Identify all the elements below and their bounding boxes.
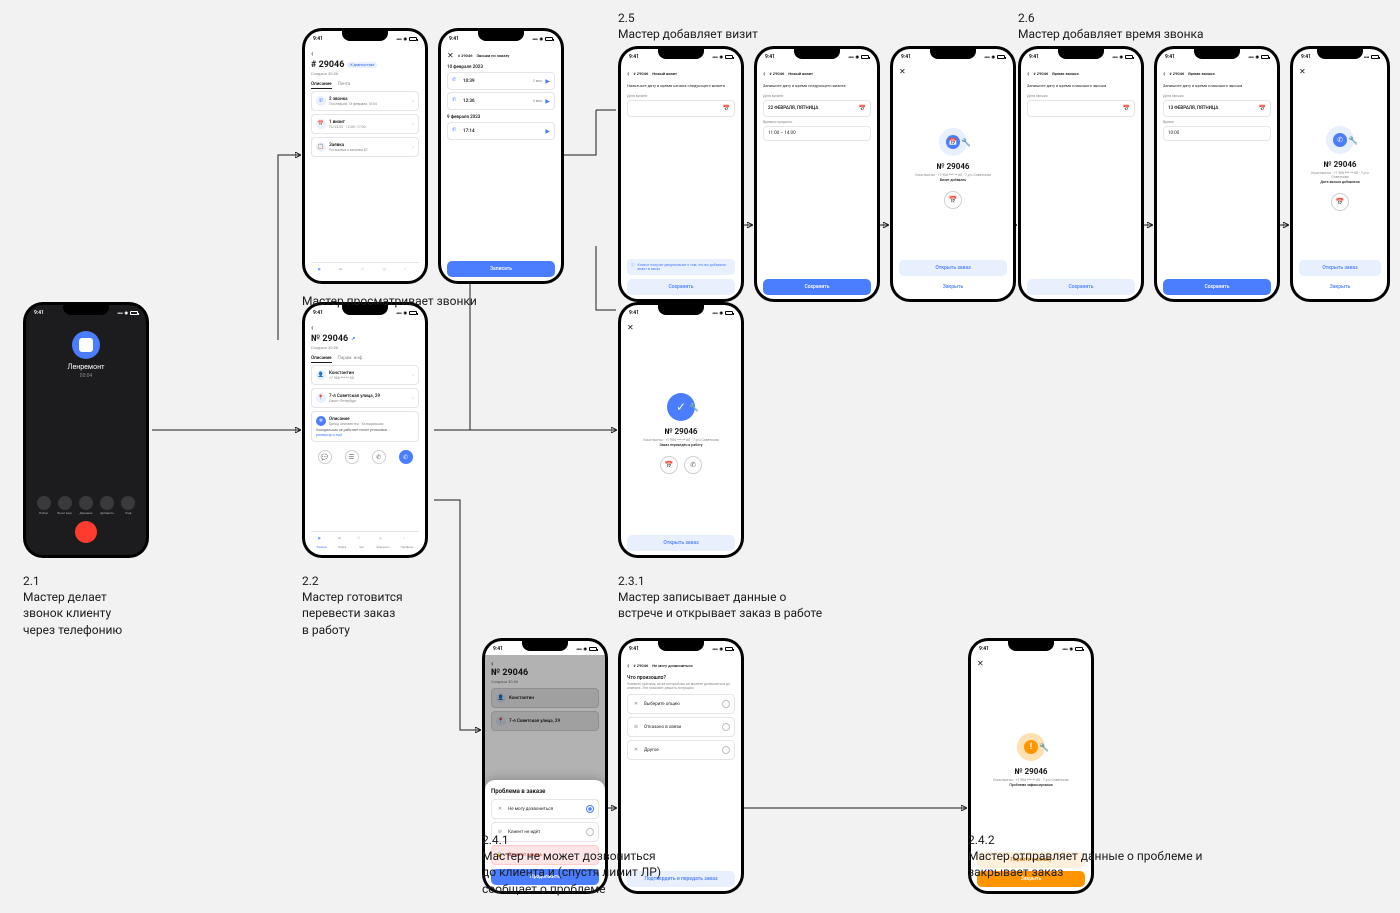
- action-primary[interactable]: ✆: [399, 450, 413, 464]
- close-button[interactable]: ✕: [627, 323, 634, 332]
- calls-card[interactable]: ✆2 звонкаПоследний 18 февраля 10:04›: [311, 91, 419, 111]
- phone-call-screen: 9:41 Ленремонт 00:04 Набор Выкл звук Дин…: [23, 302, 149, 558]
- time-input[interactable]: 10:00: [1163, 126, 1271, 141]
- reason-option[interactable]: ✕Выберите опцию: [627, 694, 735, 714]
- calendar-action-icon[interactable]: 📅: [660, 456, 678, 474]
- caption-2-5: 2.5Мастер добавляет визит: [618, 10, 758, 42]
- address-card[interactable]: 📍7-я Советская улица, 29Санкт-Петербург›: [311, 388, 419, 408]
- order-number: № 29046 ↗: [311, 334, 419, 344]
- back-button[interactable]: ‹: [311, 323, 419, 332]
- success-check-icon: ✓🔧: [667, 393, 695, 421]
- visit-card[interactable]: 📅1 визитПн 23.02 · 12:00–17:00›: [311, 114, 419, 134]
- info-box: ⓘКлиент получит уведомление о том, что в…: [627, 259, 735, 275]
- order-number: # 29046К диагностике: [311, 60, 419, 70]
- warning-icon: !🔧: [1017, 733, 1045, 761]
- call-log-item[interactable]: ✆12:365 мин▶: [447, 92, 555, 110]
- phone-order-detail: 9:41 ‹ № 29046 ↗ Создано 30.06 Описание …: [302, 302, 428, 558]
- nav-map[interactable]: ⊞Карта: [338, 536, 346, 549]
- close-button[interactable]: Закрыть: [899, 279, 1007, 295]
- action-list[interactable]: ☰: [345, 450, 359, 464]
- phone-work-success: 9:41 ✕ ✓🔧 № 29046 Константин · +7 906 **…: [618, 302, 744, 558]
- order-tabs[interactable]: Описание Парам. инф.: [311, 356, 419, 363]
- quick-actions: 💬 ☰ ✆ ✆: [311, 447, 419, 467]
- phone-calltime-form-1: 9:41 ‹# 29046Время звонка Запишите дату …: [1018, 46, 1144, 302]
- close-button[interactable]: ✕: [977, 659, 984, 668]
- open-order-button[interactable]: Открыть заказ: [627, 535, 735, 551]
- nav-chat[interactable]: ☐Чат: [357, 536, 365, 549]
- end-call-button[interactable]: [75, 521, 97, 543]
- date-input[interactable]: 📅: [1027, 100, 1135, 117]
- caption-2-3-1: 2.3.1 Мастер записывает данные о встрече…: [618, 573, 822, 622]
- save-button[interactable]: Сохранить: [627, 279, 735, 295]
- back-button[interactable]: ‹: [311, 49, 419, 58]
- close-button[interactable]: ✕: [899, 67, 906, 76]
- action-chat[interactable]: 💬: [318, 450, 332, 464]
- secondary-action-icon[interactable]: 📅: [944, 191, 962, 209]
- status-time: 9:41: [34, 310, 44, 316]
- call-log-item[interactable]: ✆10:392 мин▶: [447, 72, 555, 90]
- call-action-keypad[interactable]: Набор: [34, 496, 53, 515]
- close-button[interactable]: ✕: [447, 51, 454, 60]
- phone-calltime-form-2: 9:41 ‹# 29046Время звонка Запишите дату …: [1154, 46, 1280, 302]
- record-button[interactable]: Записать: [447, 261, 555, 277]
- nav-profile[interactable]: ○Профиль: [401, 536, 414, 549]
- phone-visit-success: 9:41 ✕ 📅🔧 № 29046 Константин · +7 906 **…: [890, 46, 1016, 302]
- reason-option[interactable]: ✕Другое: [627, 740, 735, 760]
- time-input[interactable]: 11:00 – 14:00: [763, 126, 871, 141]
- caption-2-1: 2.1 Мастер делает звонок клиенту через т…: [23, 573, 122, 638]
- client-card[interactable]: 👤Константин+7 906 *** ** 60›: [311, 365, 419, 385]
- reason-option[interactable]: ⊘Отказано в связи: [627, 717, 735, 737]
- nav-finance[interactable]: ◫Финансы: [376, 536, 389, 549]
- problem-option[interactable]: ✕Не могу дозвониться: [491, 799, 599, 819]
- description-card[interactable]: ❄ОписаниеБренд неизвестен · Холодильник …: [311, 411, 419, 442]
- caption-2-6: 2.6Мастер добавляет время звонка: [1018, 10, 1204, 42]
- phone-calltime-success: 9:41 ✕ ✆🔧 № 29046 Константин · +7 906 **…: [1290, 46, 1390, 302]
- nav-orders[interactable]: ▦Заказы: [317, 536, 328, 549]
- open-order-button[interactable]: Открыть заказ: [899, 260, 1007, 276]
- caller-avatar: [72, 331, 100, 359]
- call-action-more[interactable]: Ещё: [119, 496, 138, 515]
- phone-calls-log: 9:41 ✕# 29046Звонки по заказу 10 февраля…: [438, 28, 564, 284]
- phone-order-summary: 9:41 ‹ # 29046К диагностике Создано 30.0…: [302, 28, 428, 284]
- date-input[interactable]: 📅: [627, 100, 735, 117]
- caller-name: Ленремонт: [32, 363, 140, 371]
- success-phone-icon: ✆🔧: [1326, 126, 1354, 154]
- date-input[interactable]: 13 ФЕВРАЛЯ, ПЯТНИЦА📅: [1163, 100, 1271, 117]
- save-button[interactable]: Сохранить: [763, 279, 871, 295]
- caption-2-2: 2.2 Мастер готовится перевести заказ в р…: [302, 573, 403, 638]
- call-action-add[interactable]: Добавить: [98, 496, 117, 515]
- call-action-speaker[interactable]: Динамик: [76, 496, 95, 515]
- date-input[interactable]: 22 ФЕВРАЛЯ, ПЯТНИЦА📅: [763, 100, 871, 117]
- bottom-nav: ▦Заказы ⊞Карта ☐Чат ◫Финансы ○Профиль: [311, 531, 419, 551]
- save-button[interactable]: Сохранить: [1027, 279, 1135, 295]
- phone-visit-form-2: 9:41 ‹# 29046Новый визит Запишите дату и…: [754, 46, 880, 302]
- call-action-mute[interactable]: Выкл звук: [55, 496, 74, 515]
- caption-2-4-2: 2.4.2 Мастер отправляет данные о проблем…: [968, 832, 1202, 881]
- action-call[interactable]: ✆: [372, 450, 386, 464]
- call-log-item[interactable]: ✆17:14▶: [447, 122, 555, 140]
- caption-calls: Мастер просматривает звонки: [302, 293, 477, 309]
- success-calendar-icon: 📅🔧: [939, 128, 967, 156]
- phone-visit-form-1: 9:41 ‹# 29046Новый визит Назначьте дату …: [618, 46, 744, 302]
- phone-action-icon[interactable]: ✆: [684, 456, 702, 474]
- save-button[interactable]: Сохранить: [1163, 279, 1271, 295]
- task-card[interactable]: 📋ЗаявкаУстановка и монтаж БТ›: [311, 137, 419, 157]
- caption-2-4-1: 2.4.1 Мастер не может дозвониться до кли…: [482, 832, 661, 897]
